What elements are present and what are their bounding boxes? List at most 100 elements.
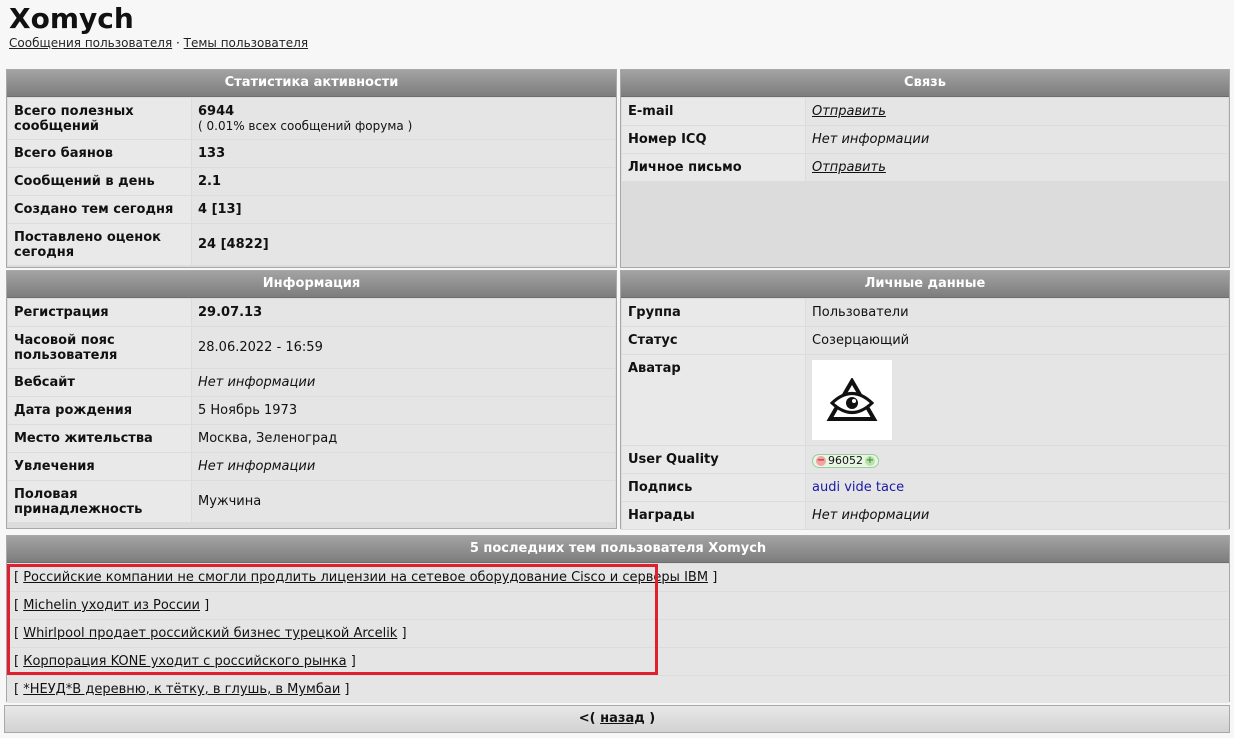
row-value: Нет информации bbox=[192, 369, 615, 396]
row-label: Сообщений в день bbox=[8, 168, 191, 195]
row-value: Нет информации bbox=[806, 502, 1228, 529]
table-row: Номер ICQ Нет информации bbox=[622, 126, 1228, 153]
row-label: Дата рождения bbox=[8, 397, 191, 424]
row-value: 5 Ноябрь 1973 bbox=[192, 397, 615, 424]
table-row: Всего полезных сообщений 6944 ( 0.01% вс… bbox=[8, 98, 615, 139]
last-topics-panel: 5 последних тем пользователя Xomych [ Ро… bbox=[6, 535, 1230, 703]
bracket-open: [ bbox=[14, 570, 20, 585]
email-send-link[interactable]: Отправить bbox=[812, 104, 886, 119]
bracket-close: ] bbox=[344, 682, 350, 697]
table-row: Сообщений в день 2.1 bbox=[8, 168, 615, 195]
row-label: Увлечения bbox=[8, 453, 191, 480]
table-row: Всего баянов 133 bbox=[8, 140, 615, 167]
row-value: 29.07.13 bbox=[192, 299, 615, 326]
row-value: 24 [4822] bbox=[192, 224, 615, 265]
table-row: E-mail Отправить bbox=[622, 98, 1228, 125]
row-value: Нет информации bbox=[192, 453, 615, 480]
list-item: [ *НЕУД*В деревню, к тётку, в глушь, в М… bbox=[7, 676, 1229, 703]
list-item: [ Корпорация KONE уходит с российского р… bbox=[7, 648, 1229, 675]
table-row: Место жительства Москва, Зеленоград bbox=[8, 425, 615, 452]
topic-link[interactable]: Michelin уходит из России bbox=[23, 598, 200, 613]
private-message-link[interactable]: Отправить bbox=[812, 160, 886, 175]
info-panel: Информация Регистрация 29.07.13 Часовой … bbox=[6, 270, 617, 529]
row-value: Москва, Зеленоград bbox=[192, 425, 615, 452]
row-label: Группа bbox=[622, 299, 805, 326]
row-label: Место жительства bbox=[8, 425, 191, 452]
info-table: Регистрация 29.07.13 Часовой пояс пользо… bbox=[7, 298, 616, 523]
signature-text: audi vide tace bbox=[806, 474, 1228, 501]
table-row: Личное письмо Отправить bbox=[622, 154, 1228, 181]
list-item: [ Michelin уходит из России ] bbox=[7, 592, 1229, 619]
contact-table: E-mail Отправить Номер ICQ Нет информаци… bbox=[621, 97, 1229, 182]
row-label: Поставлено оценок сегодня bbox=[8, 224, 191, 265]
profile-links: Сообщения пользователя · Темы пользовате… bbox=[9, 36, 308, 50]
row-value: Созерцающий bbox=[806, 327, 1228, 354]
table-row: Награды Нет информации bbox=[622, 502, 1228, 529]
plus-vote-icon[interactable]: + bbox=[865, 455, 875, 466]
avatar bbox=[812, 360, 892, 440]
info-panel-title: Информация bbox=[7, 271, 616, 298]
row-label: Статус bbox=[622, 327, 805, 354]
row-label: Часовой пояс пользователя bbox=[8, 327, 191, 368]
row-value: Мужчина bbox=[192, 481, 615, 522]
username-title: Xomych bbox=[9, 2, 134, 35]
back-suffix: ) bbox=[649, 711, 656, 726]
row-label: Подпись bbox=[622, 474, 805, 501]
back-link[interactable]: назад bbox=[600, 711, 645, 726]
table-row: Вебсайт Нет информации bbox=[8, 369, 615, 396]
row-value: Отправить bbox=[806, 154, 1228, 181]
table-row: Увлечения Нет информации bbox=[8, 453, 615, 480]
footer-bar: <( назад ) bbox=[4, 705, 1230, 733]
row-label: Всего полезных сообщений bbox=[8, 98, 191, 139]
user-quality-score: 96052 bbox=[828, 454, 863, 467]
bracket-open: [ bbox=[14, 626, 20, 641]
topic-link[interactable]: Корпорация KONE уходит с российского рын… bbox=[23, 654, 346, 669]
contact-panel: Связь E-mail Отправить Номер ICQ Нет инф… bbox=[620, 69, 1230, 268]
row-label: Создано тем сегодня bbox=[8, 196, 191, 223]
minus-vote-icon[interactable]: − bbox=[816, 455, 826, 466]
bracket-open: [ bbox=[14, 654, 20, 669]
table-row: Регистрация 29.07.13 bbox=[8, 299, 615, 326]
bracket-close: ] bbox=[350, 654, 356, 669]
table-row: Создано тем сегодня 4 [13] bbox=[8, 196, 615, 223]
table-row: Статус Созерцающий bbox=[622, 327, 1228, 354]
row-label: User Quality bbox=[622, 446, 805, 473]
row-value: − 96052 + bbox=[806, 446, 1228, 473]
row-label: Награды bbox=[622, 502, 805, 529]
list-item: [ Российские компании не смогли продлить… bbox=[7, 564, 1229, 591]
useful-posts-share: ( 0.01% всех сообщений форума ) bbox=[198, 119, 413, 133]
activity-table: Всего полезных сообщений 6944 ( 0.01% вс… bbox=[7, 97, 616, 266]
topic-link[interactable]: Российские компании не смогли продлить л… bbox=[23, 570, 708, 585]
topic-link[interactable]: Whirlpool продает российский бизнес туре… bbox=[23, 626, 397, 641]
activity-panel-title: Статистика активности bbox=[7, 70, 616, 97]
row-value: 6944 ( 0.01% всех сообщений форума ) bbox=[192, 98, 615, 139]
user-posts-link[interactable]: Сообщения пользователя bbox=[9, 36, 172, 50]
row-value: 4 [13] bbox=[192, 196, 615, 223]
bracket-open: [ bbox=[14, 682, 20, 697]
user-quality-badge: − 96052 + bbox=[812, 453, 879, 468]
topic-link[interactable]: *НЕУД*В деревню, к тётку, в глушь, в Мум… bbox=[23, 682, 340, 697]
bracket-close: ] bbox=[401, 626, 407, 641]
last-topics-title: 5 последних тем пользователя Xomych bbox=[7, 536, 1229, 563]
bracket-open: [ bbox=[14, 598, 20, 613]
contact-panel-title: Связь bbox=[621, 70, 1229, 97]
table-row: Группа Пользователи bbox=[622, 299, 1228, 326]
link-separator: · bbox=[176, 36, 180, 50]
row-value: 28.06.2022 - 16:59 bbox=[192, 327, 615, 368]
table-row: Дата рождения 5 Ноябрь 1973 bbox=[8, 397, 615, 424]
row-value: Нет информации bbox=[806, 126, 1228, 153]
useful-posts-count: 6944 bbox=[198, 104, 235, 119]
list-item: [ Whirlpool продает российский бизнес ту… bbox=[7, 620, 1229, 647]
table-row: User Quality − 96052 + bbox=[622, 446, 1228, 473]
user-topics-link[interactable]: Темы пользователя bbox=[184, 36, 308, 50]
row-label: Аватар bbox=[622, 355, 805, 445]
bracket-close: ] bbox=[204, 598, 210, 613]
row-label: Всего баянов bbox=[8, 140, 191, 167]
personal-table: Группа Пользователи Статус Созерцающий А… bbox=[621, 298, 1229, 530]
eye-in-triangle-icon bbox=[826, 378, 878, 421]
bracket-close: ] bbox=[712, 570, 718, 585]
table-row: Часовой пояс пользователя 28.06.2022 - 1… bbox=[8, 327, 615, 368]
row-label: Вебсайт bbox=[8, 369, 191, 396]
back-prefix: <( bbox=[578, 711, 596, 726]
row-value: 133 bbox=[192, 140, 615, 167]
